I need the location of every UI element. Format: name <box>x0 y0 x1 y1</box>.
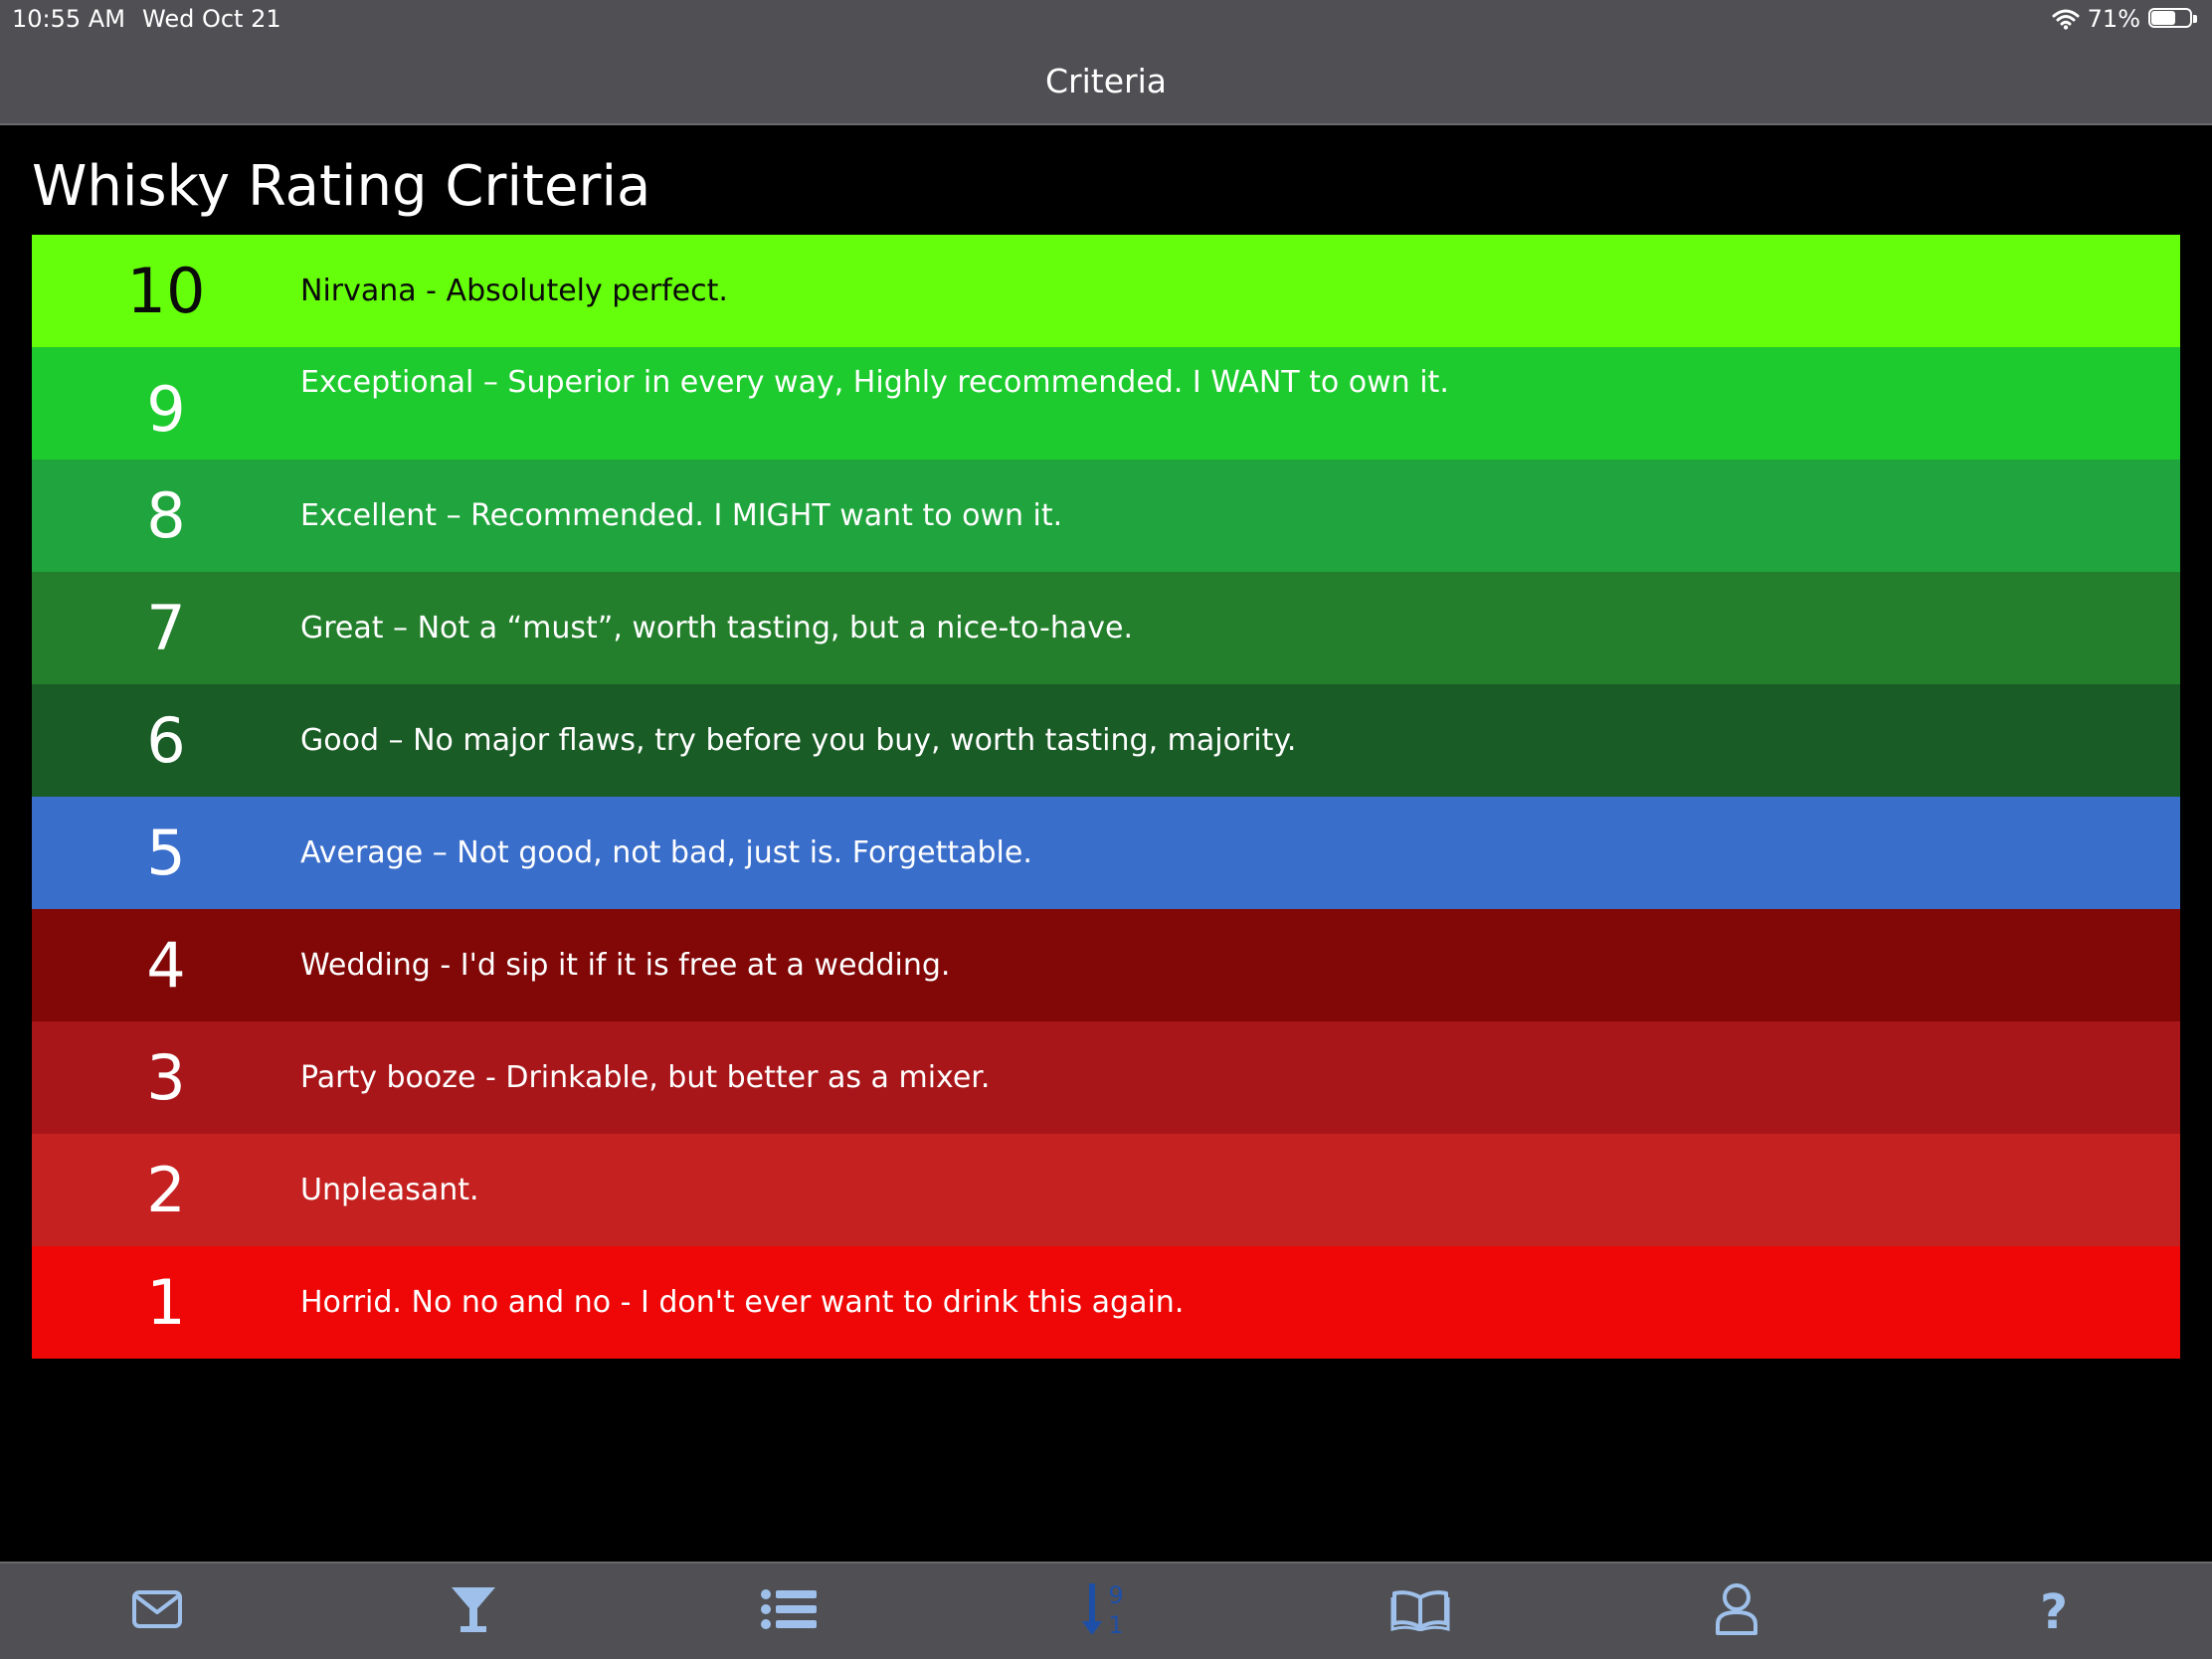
criteria-row: 1 Horrid. No no and no - I don't ever wan… <box>32 1246 2180 1359</box>
criteria-score: 5 <box>146 817 186 889</box>
criteria-description: Great – Not a “must”, worth tasting, but… <box>300 611 1133 645</box>
criteria-description: Party booze - Drinkable, but better as a… <box>300 1060 991 1095</box>
tab-list[interactable] <box>754 1579 824 1639</box>
criteria-row: 5 Average – Not good, not bad, just is. F… <box>32 797 2180 909</box>
nav-title: Criteria <box>1045 62 1167 100</box>
criteria-score: 3 <box>146 1041 186 1114</box>
open-book-icon <box>1390 1587 1450 1631</box>
navigation-bar: Criteria <box>0 40 2212 125</box>
battery-percentage: 71% <box>2087 5 2140 33</box>
tab-bar: 9 1 ? <box>0 1562 2212 1659</box>
wifi-icon <box>2052 8 2080 30</box>
envelope-icon <box>131 1589 183 1629</box>
tab-messages[interactable] <box>122 1579 192 1639</box>
tab-help[interactable]: ? <box>2019 1579 2089 1639</box>
criteria-row: 8 Excellent – Recommended. I MIGHT want t… <box>32 460 2180 572</box>
question-mark-icon: ? <box>2037 1584 2071 1634</box>
criteria-description: Average – Not good, not bad, just is. Fo… <box>300 835 1032 870</box>
criteria-row: 9 Exceptional – Superior in every way, Hi… <box>32 347 2180 460</box>
criteria-description: Good – No major flaws, try before you bu… <box>300 723 1297 758</box>
tab-reference[interactable] <box>1385 1579 1455 1639</box>
criteria-score: 7 <box>146 592 186 664</box>
criteria-score: 4 <box>146 929 186 1002</box>
status-bar: 10:55 AM Wed Oct 21 71% <box>0 0 2212 40</box>
criteria-description: Excellent – Recommended. I MIGHT want to… <box>300 498 1063 533</box>
battery-level-fill <box>2151 11 2175 25</box>
tab-profile[interactable] <box>1702 1579 1771 1639</box>
criteria-description: Wedding - I'd sip it if it is free at a … <box>300 948 951 983</box>
criteria-table: 10 Nirvana - Absolutely perfect. 9 Exceptio… <box>32 235 2180 1359</box>
criteria-row: 7 Great – Not a “must”, worth tasting, bu… <box>32 572 2180 684</box>
status-time: 10:55 AM <box>12 5 125 33</box>
criteria-score: 6 <box>146 704 186 777</box>
cocktail-glass-icon <box>450 1584 497 1634</box>
criteria-row: 4 Wedding - I'd sip it if it is free at a… <box>32 909 2180 1021</box>
status-date: Wed Oct 21 <box>142 5 281 33</box>
list-icon <box>761 1587 817 1631</box>
criteria-score: 9 <box>146 373 186 446</box>
battery-icon <box>2148 8 2198 30</box>
criteria-row: 10 Nirvana - Absolutely perfect. <box>32 235 2180 347</box>
status-indicators: 71% <box>2052 5 2198 33</box>
criteria-row: 3 Party booze - Drinkable, but better as … <box>32 1021 2180 1134</box>
criteria-description: Nirvana - Absolutely perfect. <box>300 274 728 308</box>
criteria-score: 2 <box>146 1154 186 1226</box>
criteria-description: Unpleasant. <box>300 1173 479 1207</box>
criteria-score: 1 <box>146 1266 186 1339</box>
criteria-row: 2 Unpleasant. <box>32 1134 2180 1246</box>
page-title: Whisky Rating Criteria <box>32 154 651 219</box>
criteria-row: 6 Good – No major flaws, try before you b… <box>32 684 2180 797</box>
help-glyph: ? <box>2040 1584 2068 1634</box>
tab-tastings[interactable] <box>439 1579 508 1639</box>
criteria-score: 8 <box>146 479 186 552</box>
sort-glyph-bottom: 1 <box>1108 1611 1123 1637</box>
criteria-score: 10 <box>126 255 206 327</box>
sort-descending-icon: 9 1 <box>1080 1581 1130 1637</box>
user-icon <box>1714 1582 1759 1636</box>
tab-criteria[interactable]: 9 1 <box>1070 1579 1140 1639</box>
criteria-description: Horrid. No no and no - I don't ever want… <box>300 1285 1185 1320</box>
sort-glyph-top: 9 <box>1108 1581 1123 1609</box>
